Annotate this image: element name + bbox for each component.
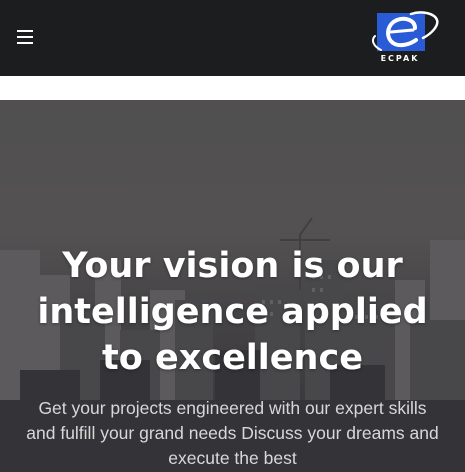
header-spacer <box>0 76 465 100</box>
hero-subtitle: Get your projects engineered with our ex… <box>26 398 439 468</box>
menu-bar-line <box>17 36 33 38</box>
menu-bar-line <box>17 42 33 44</box>
hero-title: Your vision is our intelligence applied … <box>37 246 428 378</box>
ecpak-logo[interactable]: ECPAK <box>371 10 441 68</box>
logo-emblem-icon <box>372 11 439 51</box>
menu-bar-line <box>17 30 33 32</box>
hamburger-menu-icon[interactable] <box>12 25 38 51</box>
top-navigation-bar: ECPAK <box>0 0 465 76</box>
logo-wordmark: ECPAK <box>380 54 420 63</box>
hero-banner: Your vision is our intelligence applied … <box>0 100 465 472</box>
